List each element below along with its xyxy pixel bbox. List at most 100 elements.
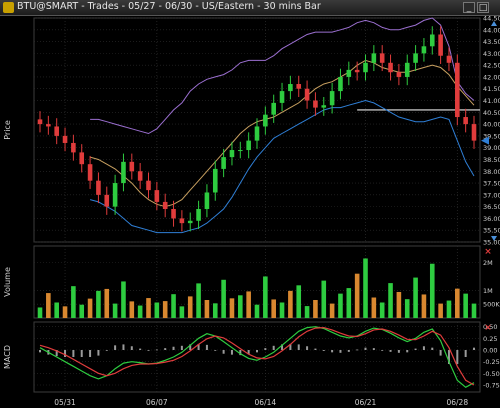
price-tick-label: 35.00 [483,239,500,247]
volume-bar [162,301,168,318]
candle-body [162,201,168,209]
price-tick-label: 42.50 [483,62,500,70]
candle-body [304,88,310,101]
macd-panel: 0.500.250.00-0.25-0.50-0.75× [33,321,500,393]
macd-histogram-bar [147,350,150,351]
candle-body [79,152,85,165]
volume-bar [54,302,59,318]
candle-body [179,218,185,224]
candle-body [121,161,126,184]
macd-histogram-bar [406,350,409,353]
macd-histogram-bar [339,350,342,353]
candle-body [271,102,276,115]
volume-bar [221,279,226,318]
price-tick-label: 37.50 [483,180,500,188]
macd-histogram-bar [347,350,350,352]
volume-bar [121,281,126,318]
volume-bar [304,306,310,318]
volume-bar [296,285,302,318]
volume-bar [187,296,193,318]
volume-bar [104,288,110,318]
volume-bar [363,258,368,318]
candle-body [313,100,318,108]
volume-bar [471,303,477,318]
date-tick-label: 06/28 [446,398,468,407]
volume-bar [313,300,318,318]
price-panel: 44.50 44.00 43.50 43.00 42.50 42.00 41.50 41.00… [33,15,500,247]
candle-body [388,62,393,73]
macd-histogram-bar [89,350,92,357]
candle-body [379,53,385,63]
candle-body [254,126,260,141]
candle-body [354,69,360,73]
macd-line [39,326,475,389]
macd-histogram-bar [439,350,442,356]
candle-body [171,208,176,219]
macd-histogram-bar [214,350,217,351]
price-tick-label: 36.50 [483,203,500,211]
candle-body [246,140,251,151]
macd-histogram-bar [422,346,425,350]
macd-histogram-bar [139,348,142,350]
price-tick-label: 40.50 [483,109,500,117]
macd-histogram-bar [155,349,158,351]
panel-labels: Price Volume MACD [3,120,12,369]
volume-bar [154,302,160,318]
macd-histogram-bar [314,348,317,350]
volume-bar [171,294,176,318]
price-tick-label: 42.00 [483,73,500,81]
candle-body [238,150,243,152]
candle-body [296,84,302,89]
date-tick-label: 05/31 [54,398,76,407]
candle-body [279,91,285,103]
volume-bar [46,293,51,318]
macd-histogram-bar [297,344,300,350]
price-tick-label: 36.00 [483,215,500,223]
macd-tick-label: 0.25 [483,335,497,343]
macd-histogram-bar [431,347,434,350]
macd-histogram-bar [456,350,459,364]
macd-histogram-bar [356,349,359,351]
macd-panel-frame [33,321,481,393]
volume-bar [204,300,210,318]
candle-body [404,62,410,77]
candle-body [204,192,210,209]
candle-body [137,171,143,181]
candle-body [463,117,468,125]
macd-histogram-bar [364,347,367,350]
macd-histogram-bar [389,350,392,352]
close-volume-panel-icon: × [484,247,492,257]
chart-canvas[interactable]: 44.50 44.00 43.50 43.00 42.50 42.00 41.50 41.00… [0,0,500,408]
candle-body [129,161,135,172]
candle-body [329,91,335,106]
volume-bar [446,300,452,318]
volume-bar [271,299,276,318]
macd-histogram-bar [205,344,208,350]
macd-histogram-bar [473,347,475,350]
candle-body [321,105,327,108]
volume-bar [212,303,218,318]
candle-body [87,164,93,181]
price-tick-label: 43.00 [483,50,500,58]
price-tick-label: 38.00 [483,168,500,176]
volume-bar [388,283,393,318]
candle-body [196,208,201,221]
macd-histogram-bar [256,350,258,353]
macd-tick-label: -0.50 [483,370,500,378]
macd-tick-label: -0.75 [483,382,500,390]
macd-histogram-bar [97,350,100,356]
candle-body [46,124,51,127]
macd-histogram-bar [172,346,175,350]
candle-body [229,150,235,158]
volume-bar [179,306,185,318]
volume-bar [146,298,151,318]
candle-body [104,194,110,207]
close-macd-panel-icon: × [484,323,492,333]
volume-bar [37,307,43,318]
volume-bar [87,298,93,318]
volume-bar [79,304,85,318]
macd-histogram-bar [39,350,41,353]
candle-body [146,180,151,191]
volume-bar [379,302,385,318]
volume-tick-label: 2M [483,259,493,267]
